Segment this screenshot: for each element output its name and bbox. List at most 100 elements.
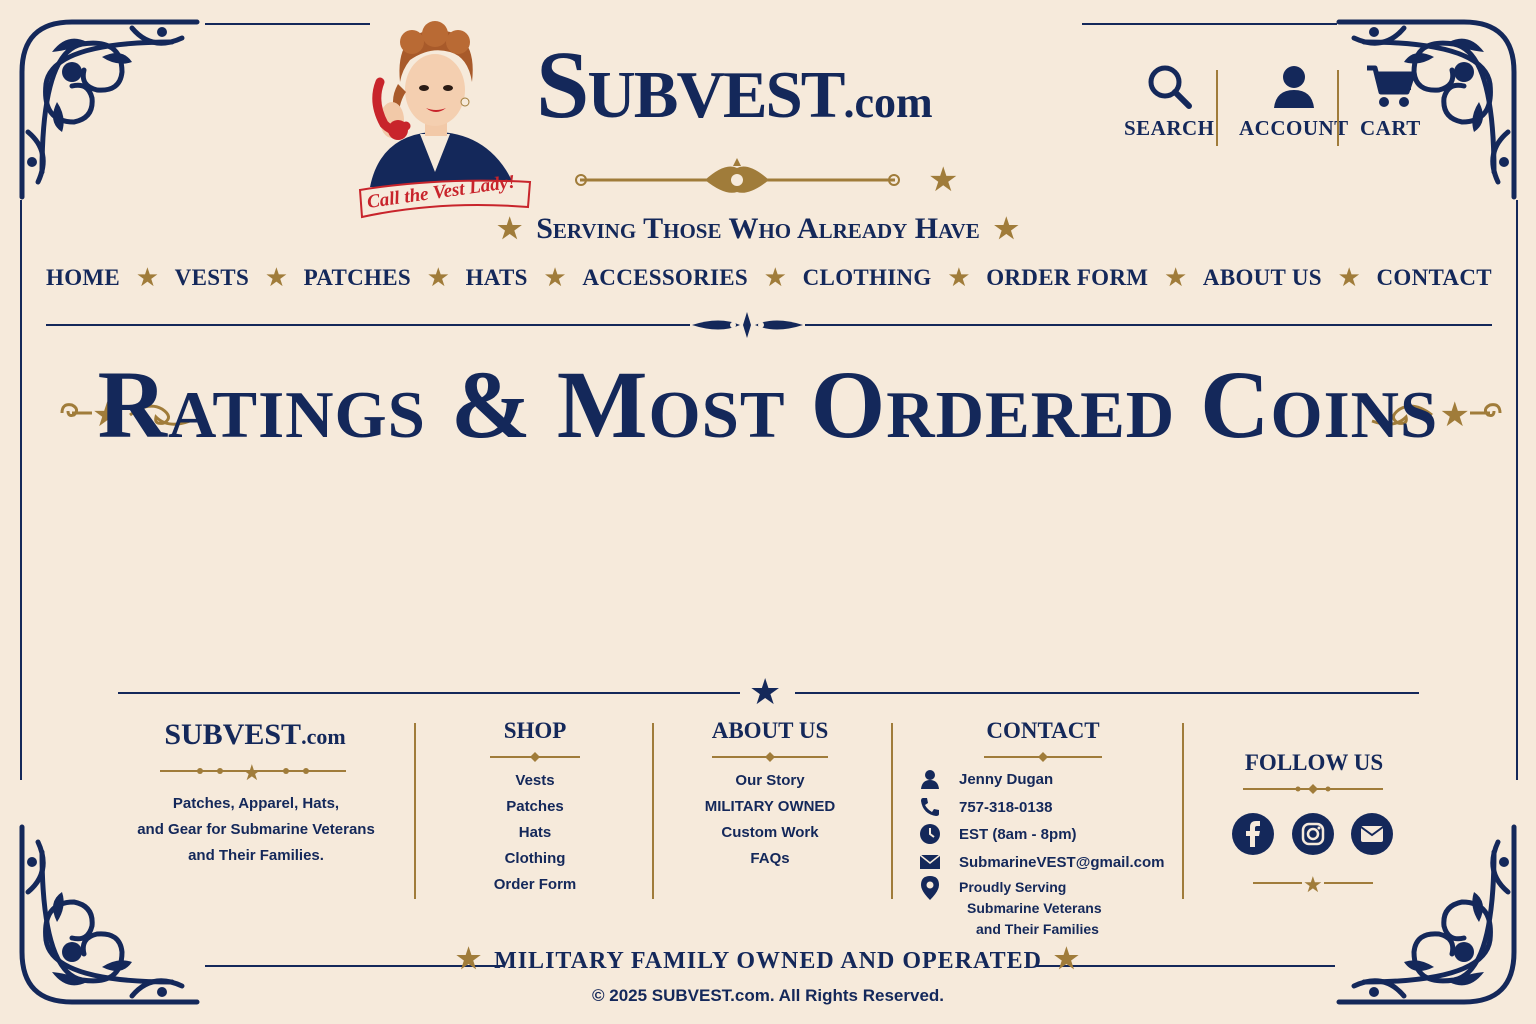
footer-description: Patches, Apparel, Hats, and Gear for Sub… — [137, 795, 375, 864]
svg-text:★: ★ — [242, 760, 262, 782]
star-icon: ★ — [135, 262, 159, 292]
footer-about-links: Our Story MILITARY OWNED Custom Work FAQ… — [680, 768, 860, 872]
footer-link-custom-work[interactable]: Custom Work — [680, 820, 860, 846]
footer-ornament — [490, 752, 580, 762]
footer-link-military-owned[interactable]: MILITARY OWNED — [680, 794, 860, 820]
nav-vests[interactable]: VESTS — [175, 265, 249, 291]
footer-shop-title: SHOP — [503, 718, 567, 743]
footer-link-patches[interactable]: Patches — [470, 794, 600, 820]
star-icon: ★ — [264, 262, 288, 292]
star-icon: ★ — [763, 262, 787, 292]
footer-logo-suffix: .com — [301, 724, 346, 749]
contact-name: Jenny Dugan — [918, 768, 1053, 790]
nav-patches[interactable]: PATCHES — [304, 265, 411, 291]
frame-border-top-right — [1082, 23, 1337, 25]
logo-name: Subvest — [536, 31, 845, 138]
corner-flourish — [19, 19, 200, 200]
facebook-icon — [1246, 821, 1260, 847]
search-label: SEARCH — [1124, 116, 1215, 140]
search-button[interactable]: SEARCH — [1124, 62, 1215, 141]
star-icon: ★ — [993, 214, 1019, 245]
email-icon — [1360, 826, 1384, 842]
divider-ornament — [690, 310, 805, 340]
copyright: © 2025 SUBVEST.com. All Rights Reserved. — [591, 986, 945, 1005]
footer-divider — [795, 692, 1419, 694]
frame-border-left — [20, 200, 22, 780]
footer-divider — [118, 692, 740, 694]
star-icon: ★ — [543, 262, 567, 292]
star-icon: ★ — [497, 214, 523, 245]
contact-hours: EST (8am - 8pm) — [918, 823, 1077, 845]
person-icon — [918, 768, 942, 790]
footer-link-vests[interactable]: Vests — [470, 768, 600, 794]
logo-suffix: .com — [843, 78, 933, 127]
contact-phone[interactable]: 757-318-0138 — [918, 796, 1052, 818]
bottom-tagline: ★ MILITARY FAMILY OWNED AND OPERATED ★ — [0, 942, 1536, 976]
footer-link-order-form[interactable]: Order Form — [470, 872, 600, 898]
cart-label: CART — [1360, 116, 1421, 140]
site-logo[interactable]: Subvest.com — [536, 30, 933, 150]
vest-lady-mascot[interactable]: Call the Vest Lady! — [340, 12, 535, 222]
nav-contact[interactable]: CONTACT — [1376, 265, 1491, 291]
footer-ornament: ★ — [1253, 872, 1373, 894]
bottom-tagline-text: MILITARY FAMILY OWNED AND OPERATED — [494, 948, 1042, 974]
footer-link-clothing[interactable]: Clothing — [470, 846, 600, 872]
footer-logo[interactable]: SUBVEST.com — [130, 718, 380, 752]
star-icon: ★ — [455, 944, 483, 975]
divider — [1216, 70, 1218, 146]
footer-link-hats[interactable]: Hats — [470, 820, 600, 846]
footer-link-faqs[interactable]: FAQs — [680, 846, 860, 872]
footer-ornament: ★ — [160, 760, 346, 782]
frame-border-right — [1516, 200, 1518, 780]
location-pin-icon — [918, 876, 942, 900]
footer-shop-links: Vests Patches Hats Clothing Order Form — [470, 768, 600, 898]
envelope-icon — [918, 851, 942, 873]
star-icon: ★ — [749, 671, 782, 712]
star-icon: ★ — [947, 262, 971, 292]
nav-home[interactable]: HOME — [46, 265, 120, 291]
cart-icon — [1367, 65, 1416, 107]
footer-logo-name: SUBVEST — [164, 718, 302, 751]
tagline-text: Serving Those Who Already Have — [536, 212, 980, 245]
footer-column-divider — [891, 723, 893, 899]
nav-clothing[interactable]: CLOTHING — [803, 265, 932, 291]
contact-location: Proudly Serving Submarine Veterans and T… — [918, 876, 1102, 940]
footer-column-divider — [1182, 723, 1184, 899]
star-icon: ★ — [1337, 262, 1361, 292]
site-tagline: ★ Serving Those Who Already Have ★ — [0, 212, 1516, 246]
footer-link-our-story[interactable]: Our Story — [680, 768, 860, 794]
phone-icon — [918, 796, 942, 818]
footer-column-divider — [414, 723, 416, 899]
footer-column-divider — [652, 723, 654, 899]
star-icon: ★ — [928, 161, 959, 199]
account-button[interactable]: ACCOUNT — [1239, 62, 1349, 141]
star-icon: ★ — [1163, 262, 1188, 292]
account-icon — [1273, 66, 1314, 108]
contact-email[interactable]: SubmarineVEST@gmail.com — [918, 851, 1165, 873]
nav-hats[interactable]: HATS — [466, 265, 528, 291]
instagram-link[interactable] — [1292, 813, 1334, 855]
divider — [1337, 70, 1339, 146]
svg-text:★: ★ — [1303, 872, 1323, 894]
footer-contact-title: CONTACT — [986, 718, 1100, 743]
nav-about-us[interactable]: ABOUT US — [1203, 265, 1322, 291]
clock-icon — [918, 823, 942, 845]
star-icon: ★ — [426, 262, 450, 292]
main-nav: HOME ★ VESTS ★ PATCHES ★ HATS ★ ACCESSOR… — [46, 262, 1492, 293]
cart-button[interactable]: CART — [1360, 62, 1421, 141]
footer-ornament — [712, 752, 828, 762]
instagram-icon — [1301, 822, 1325, 846]
logo-ornament — [575, 158, 900, 193]
facebook-link[interactable] — [1232, 813, 1274, 855]
star-icon: ★ — [1053, 944, 1081, 975]
search-icon — [1148, 65, 1193, 109]
email-link[interactable] — [1351, 813, 1393, 855]
page-title: Ratings & Most Ordered Coins — [97, 351, 1439, 458]
nav-order-form[interactable]: ORDER FORM — [986, 265, 1148, 291]
nav-accessories[interactable]: ACCESSORIES — [582, 265, 748, 291]
account-label: ACCOUNT — [1239, 116, 1349, 140]
footer-ornament — [984, 752, 1102, 762]
footer-about-title: ABOUT US — [711, 718, 829, 743]
footer-follow-title: FOLLOW US — [1244, 750, 1384, 775]
footer-ornament — [1243, 784, 1383, 794]
